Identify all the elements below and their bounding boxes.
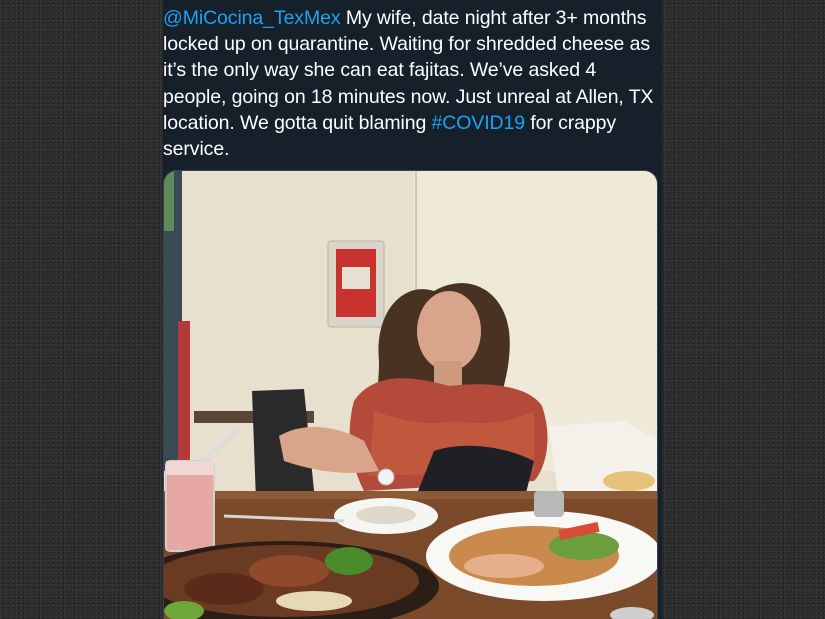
tweet-text: @MiCocina_TexMex My wife, date night aft…	[163, 5, 658, 162]
mention-link[interactable]: @MiCocina_TexMex	[163, 7, 341, 29]
hashtag-link[interactable]: #COVID19	[432, 112, 526, 134]
red-strip	[178, 321, 190, 471]
tweet-photo[interactable]	[163, 170, 658, 619]
face	[417, 291, 481, 371]
fire-alarm-box	[327, 240, 385, 328]
tweet-card: @MiCocina_TexMex My wife, date night aft…	[163, 0, 662, 619]
photo-scene	[164, 171, 657, 619]
